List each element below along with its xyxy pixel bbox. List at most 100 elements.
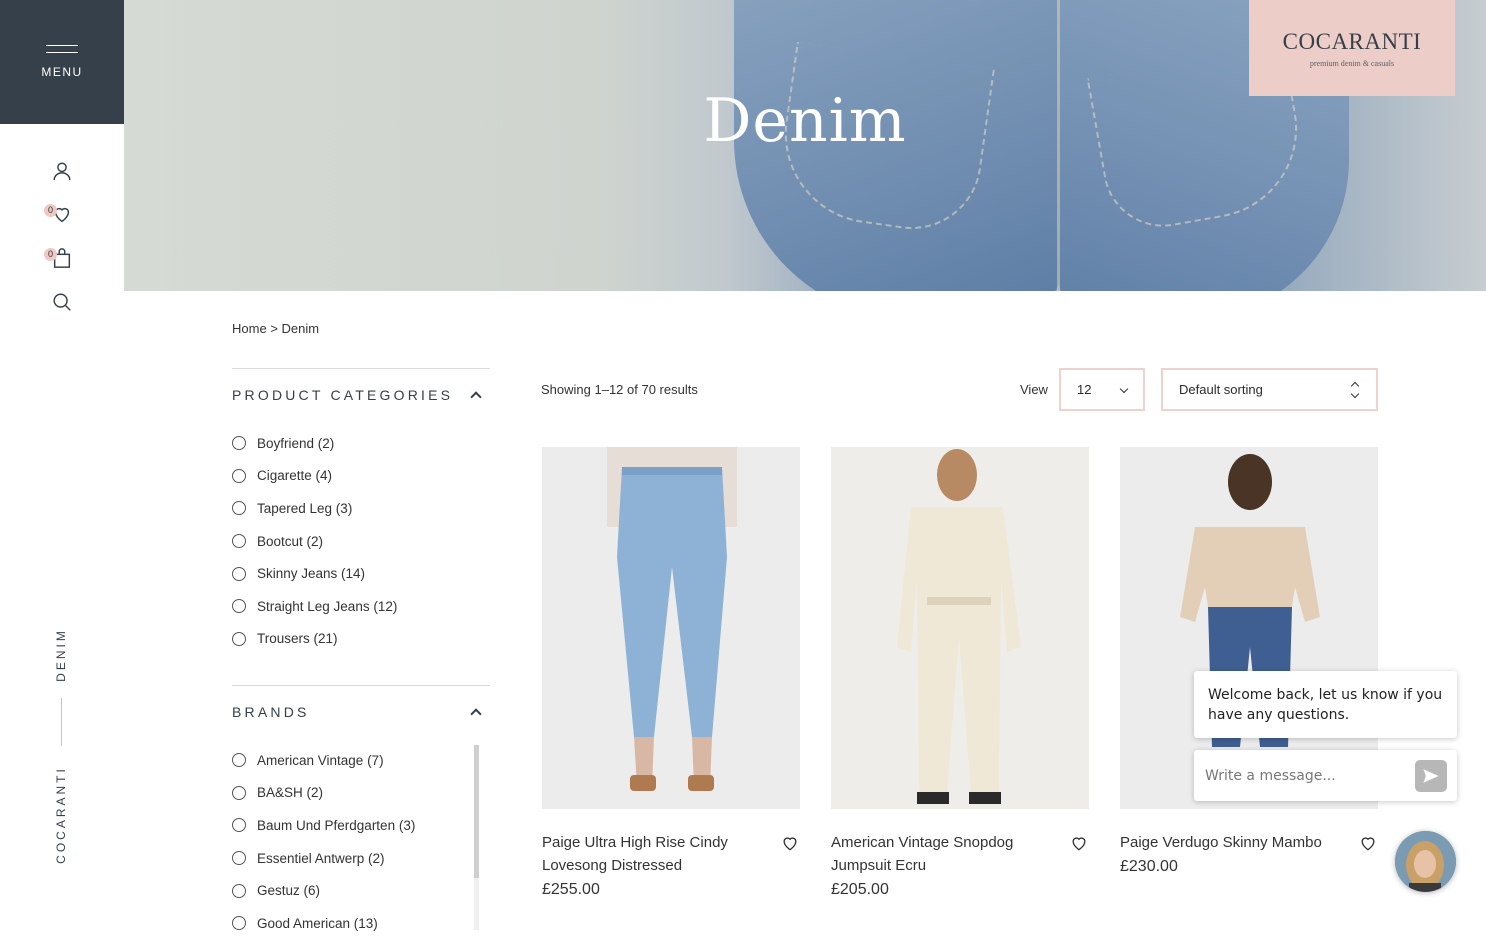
radio-button[interactable] (232, 818, 246, 833)
vertical-brand-label: COCARANTI (54, 766, 68, 864)
account-button[interactable] (50, 159, 74, 183)
chat-send-button[interactable] (1415, 760, 1447, 792)
radio-button[interactable] (232, 501, 246, 516)
brand-logo[interactable]: COCARANTI premium denim & casuals (1249, 0, 1455, 96)
chat-welcome-message: Welcome back, let us know if you have an… (1194, 671, 1457, 738)
brands-title: BRANDS (232, 704, 310, 720)
category-label: Tapered Leg (3) (257, 500, 353, 516)
left-rail: MENU 0 0 DENIM COCARANTI (0, 0, 124, 930)
category-label: Trousers (21) (257, 631, 338, 647)
wishlist-heart-icon[interactable] (1358, 833, 1378, 853)
chat-agent-avatar[interactable] (1395, 831, 1456, 892)
send-icon (1423, 769, 1439, 783)
view-label: View (1020, 382, 1048, 397)
category-option[interactable]: Skinny Jeans (14) (232, 557, 490, 590)
brands-toggle[interactable]: BRANDS (232, 686, 490, 738)
category-option[interactable]: Bootcut (2) (232, 525, 490, 558)
breadcrumb-current: Denim (281, 321, 320, 336)
brands-scrollbar-thumb[interactable] (474, 745, 479, 878)
category-label: Boyfriend (2) (257, 435, 335, 451)
breadcrumb-separator: > (270, 321, 278, 336)
product-photo-jeans (607, 447, 737, 791)
search-icon (53, 293, 71, 311)
category-option[interactable]: Cigarette (4) (232, 460, 490, 493)
vertical-divider (61, 698, 62, 746)
sort-arrows-icon (1350, 380, 1360, 400)
radio-button[interactable] (232, 566, 246, 581)
radio-button[interactable] (232, 631, 246, 646)
wishlist-heart-icon[interactable] (1069, 833, 1089, 853)
chat-message-input[interactable] (1194, 766, 1404, 785)
chevron-up-icon (470, 708, 482, 720)
brand-option[interactable]: Baum Und Pferdgarten (3) (232, 809, 490, 842)
radio-button[interactable] (232, 468, 246, 483)
radio-button[interactable] (232, 436, 246, 451)
brand-option[interactable]: American Vintage (7) (232, 744, 490, 777)
radio-button[interactable] (232, 753, 246, 768)
brand-label: American Vintage (7) (257, 752, 384, 768)
brand-option[interactable]: BA&SH (2) (232, 777, 490, 810)
wishlist-button[interactable]: 0 (44, 202, 74, 226)
brand-label: Baum Und Pferdgarten (3) (257, 817, 416, 833)
radio-button[interactable] (232, 534, 246, 549)
product-photo-jumpsuit (897, 449, 1021, 804)
logo-wordmark: COCARANTI (1282, 28, 1422, 54)
radio-button[interactable] (232, 916, 246, 931)
agent-photo (1395, 831, 1456, 892)
category-option[interactable]: Trousers (21) (232, 623, 490, 656)
sort-value: Default sorting (1179, 382, 1263, 397)
sort-select[interactable]: Default sorting (1161, 368, 1378, 411)
user-icon (53, 162, 71, 181)
product-card: Paige Ultra High Rise Cindy Lovesong Dis… (542, 447, 800, 899)
category-label: Skinny Jeans (14) (257, 566, 366, 582)
brand-label: Gestuz (6) (257, 883, 321, 899)
hero-banner: Denim COCARANTI premium denim & casuals (124, 0, 1486, 291)
brand-option[interactable]: Gestuz (6) (232, 874, 490, 907)
results-count: Showing 1–12 of 70 results (541, 382, 698, 397)
cart-count-badge: 0 (44, 248, 57, 261)
brand-label: Essentiel Antwerp (2) (257, 850, 385, 866)
brand-option[interactable]: Essentiel Antwerp (2) (232, 842, 490, 875)
per-page-value: 12 (1077, 382, 1092, 397)
cart-button[interactable]: 0 (44, 246, 74, 270)
product-title[interactable]: American Vintage Snopdog Jumpsuit Ecru (831, 831, 1046, 877)
product-image[interactable] (831, 447, 1089, 809)
brand-label: BA&SH (2) (257, 785, 324, 801)
page-title: Denim (703, 86, 907, 156)
category-label: Bootcut (2) (257, 533, 324, 549)
brand-option[interactable]: Good American (13) (232, 907, 490, 940)
category-option[interactable]: Boyfriend (2) (232, 427, 490, 460)
per-page-select[interactable]: 12 (1059, 368, 1145, 411)
wishlist-heart-icon[interactable] (780, 833, 800, 853)
category-label: Straight Leg Jeans (12) (257, 598, 398, 614)
brands-scrollbar[interactable] (474, 745, 479, 930)
product-title[interactable]: Paige Verdugo Skinny Mambo (1120, 831, 1335, 854)
categories-toggle[interactable]: PRODUCT CATEGORIES (232, 369, 490, 421)
breadcrumb-home[interactable]: Home (232, 321, 267, 336)
radio-button[interactable] (232, 785, 246, 800)
product-image[interactable] (542, 447, 800, 809)
category-label: Cigarette (4) (257, 468, 333, 484)
radio-button[interactable] (232, 851, 246, 866)
product-categories-filter: PRODUCT CATEGORIES Boyfriend (2) Cigaret… (232, 368, 490, 655)
product-card: American Vintage Snopdog Jumpsuit Ecru £… (831, 447, 1089, 899)
radio-button[interactable] (232, 883, 246, 898)
radio-button[interactable] (232, 599, 246, 614)
category-option[interactable]: Tapered Leg (3) (232, 492, 490, 525)
menu-button[interactable]: MENU (0, 0, 124, 124)
menu-label: MENU (41, 65, 83, 79)
hamburger-icon (46, 45, 78, 53)
categories-title: PRODUCT CATEGORIES (232, 387, 454, 403)
chat-composer (1194, 750, 1457, 801)
search-button[interactable] (50, 290, 74, 314)
product-title[interactable]: Paige Ultra High Rise Cindy Lovesong Dis… (542, 831, 757, 877)
categories-list: Boyfriend (2) Cigarette (4) Tapered Leg … (232, 427, 490, 655)
product-price: £255.00 (542, 881, 600, 898)
breadcrumb: Home > Denim (232, 321, 319, 336)
chevron-up-icon (470, 391, 482, 403)
category-option[interactable]: Straight Leg Jeans (12) (232, 590, 490, 623)
logo-tagline: premium denim & casuals (1309, 58, 1395, 68)
chevron-down-icon (1119, 384, 1129, 394)
brands-list: American Vintage (7) BA&SH (2) Baum Und … (232, 744, 490, 940)
wishlist-count-badge: 0 (44, 204, 57, 217)
